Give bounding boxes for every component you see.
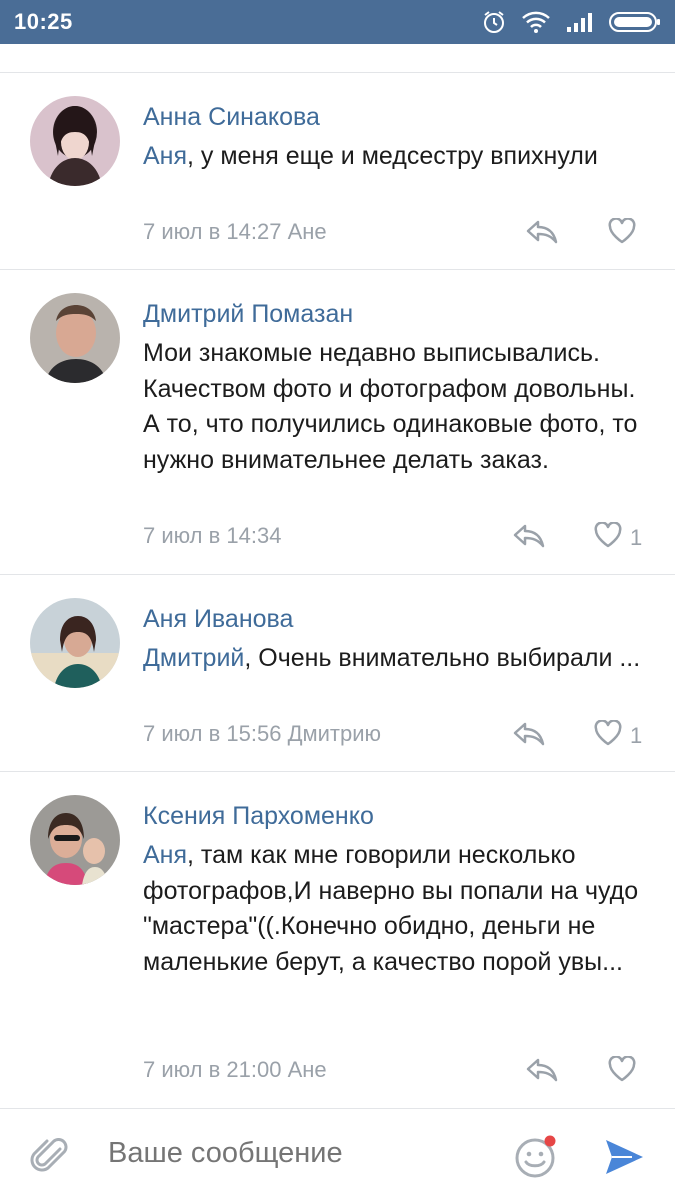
- comment-meta: 7 июл в 14:27 Ане: [143, 219, 327, 244]
- comment-item: Дмитрий Помазан Мои знакомые недавно вып…: [0, 270, 675, 575]
- like-button[interactable]: [608, 217, 644, 250]
- like-count: 1: [630, 525, 643, 550]
- comment-body: , у меня еще и медсестру впихнули: [187, 142, 598, 170]
- comment-mention[interactable]: Дмитрий: [143, 644, 244, 672]
- paperclip-icon[interactable]: [30, 1135, 72, 1182]
- status-time: 10:25: [14, 9, 73, 34]
- comment-item: Ксения Пархоменко Аня, там как мне говор…: [0, 772, 675, 1110]
- alarm-icon: [481, 9, 507, 35]
- message-composer: [0, 1108, 675, 1200]
- reply-icon[interactable]: [525, 218, 559, 246]
- heart-icon: [594, 521, 622, 554]
- heart-icon: [608, 217, 636, 250]
- battery-icon: [609, 11, 661, 33]
- comment-author[interactable]: Ксения Пархоменко: [143, 802, 374, 831]
- like-button[interactable]: [608, 1055, 644, 1088]
- send-icon[interactable]: [603, 1137, 645, 1182]
- comment-author[interactable]: Дмитрий Помазан: [143, 300, 353, 329]
- reply-icon[interactable]: [512, 522, 546, 550]
- avatar[interactable]: [30, 598, 120, 688]
- like-button[interactable]: 1: [594, 719, 643, 752]
- avatar[interactable]: [30, 293, 120, 383]
- comment-author[interactable]: Анна Синакова: [143, 103, 320, 132]
- reply-icon[interactable]: [512, 720, 546, 748]
- message-input[interactable]: [108, 1137, 488, 1170]
- comment-text: Мои знакомые недавно выписывались. Качес…: [143, 336, 658, 478]
- avatar[interactable]: [30, 795, 120, 885]
- reply-icon[interactable]: [525, 1056, 559, 1084]
- comment-meta: 7 июл в 15:56 Дмитрию: [143, 721, 381, 746]
- status-bar: 10:25: [0, 0, 675, 44]
- like-count: 1: [630, 723, 643, 748]
- comment-meta: 7 июл в 21:00 Ане: [143, 1057, 327, 1082]
- wifi-icon: [521, 10, 551, 34]
- smiley-icon[interactable]: [514, 1135, 560, 1184]
- comment-item: Аня Иванова Дмитрий, Очень внимательно в…: [0, 575, 675, 772]
- comment-text: Аня, у меня еще и медсестру впихнули: [143, 139, 658, 175]
- status-icons: [481, 9, 661, 35]
- avatar[interactable]: [30, 96, 120, 186]
- comment-author[interactable]: Аня Иванова: [143, 605, 293, 634]
- comment-item: Анна Синакова Аня, у меня еще и медсестр…: [0, 73, 675, 270]
- comment-text: Аня, там как мне говорили несколько фото…: [143, 838, 658, 980]
- heart-icon: [594, 719, 622, 752]
- comment-body: , Очень внимательно выбирали ...: [244, 644, 641, 672]
- comment-mention[interactable]: Аня: [143, 841, 187, 869]
- comment-meta: 7 июл в 14:34: [143, 523, 282, 548]
- signal-icon: [565, 11, 595, 33]
- heart-icon: [608, 1055, 636, 1088]
- comment-body: Мои знакомые недавно выписывались. Качес…: [143, 339, 638, 474]
- like-button[interactable]: 1: [594, 521, 643, 554]
- comment-body: , там как мне говорили несколько фотогра…: [143, 841, 639, 976]
- comment-list: Анна Синакова Аня, у меня еще и медсестр…: [0, 73, 675, 1110]
- comment-mention[interactable]: Аня: [143, 142, 187, 170]
- comment-text: Дмитрий, Очень внимательно выбирали ...: [143, 641, 658, 677]
